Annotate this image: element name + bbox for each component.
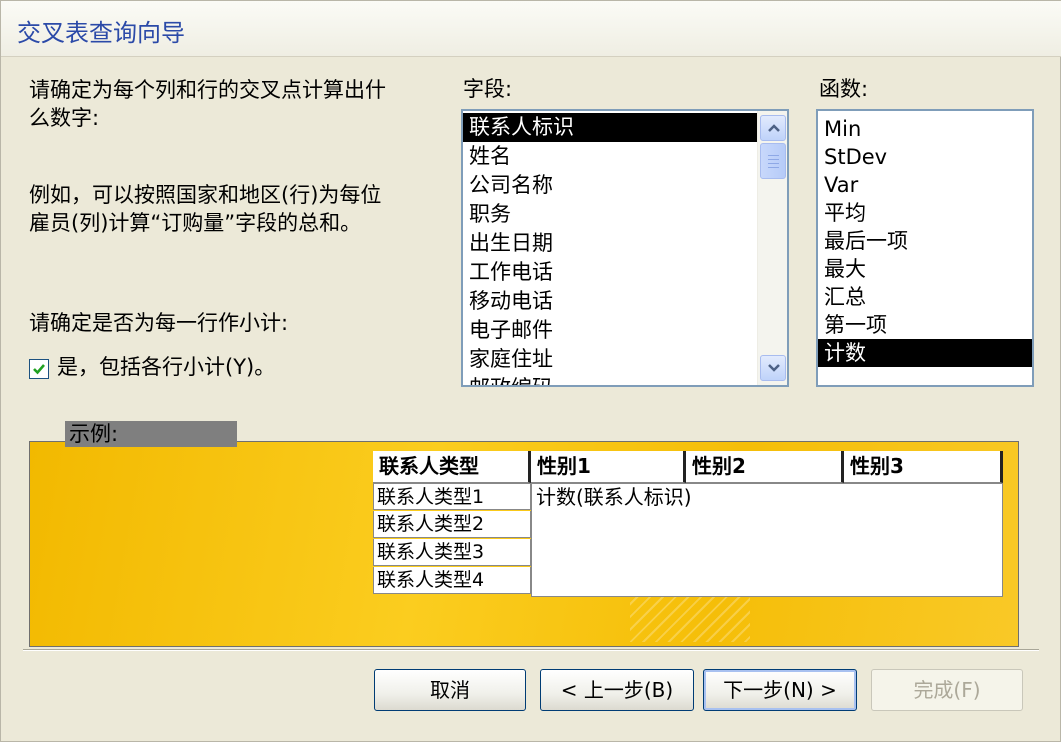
functions-list-item[interactable]: 最大 [818, 255, 1032, 283]
example-text: 例如，可以按照国家和地区(行)为每位 雇员(列)计算“订购量”字段的总和。 [29, 181, 449, 237]
fields-list-items: 联系人标识姓名公司名称职务出生日期工作电话移动电话电子邮件家庭住址邮政编码 [463, 113, 757, 385]
sample-column-header: 性别1 [531, 451, 686, 483]
subtotal-question: 请确定是否为每一行作小计: [29, 311, 289, 335]
subtotal-checkbox[interactable] [29, 359, 49, 379]
fields-list-item[interactable]: 邮政编码 [463, 374, 757, 385]
instruction-line-1: 请确定为每个列和行的交叉点计算出什 [29, 78, 386, 102]
subtotal-checkbox-label[interactable]: 是，包括各行小计(Y)。 [57, 353, 275, 381]
sample-column-header: 性别3 [844, 451, 1003, 483]
scroll-up-button[interactable] [760, 115, 786, 141]
functions-list-item[interactable]: 汇总 [818, 283, 1032, 311]
functions-label: 函数: [819, 77, 869, 101]
fields-list-item[interactable]: 家庭住址 [463, 345, 757, 374]
fields-scrollbar[interactable] [757, 111, 787, 385]
fields-list-item[interactable]: 姓名 [463, 142, 757, 171]
fields-label: 字段: [463, 77, 513, 101]
functions-list-item[interactable]: StDev [818, 143, 1032, 171]
example-line-2: 雇员(列)计算“订购量”字段的总和。 [29, 211, 362, 235]
functions-list-item[interactable]: Min [818, 115, 1032, 143]
wizard-window: 交叉表查询向导 请确定为每个列和行的交叉点计算出什 么数字: 例如，可以按照国家… [0, 0, 1061, 742]
thumb-grip [768, 159, 779, 160]
thumb-grip [768, 163, 779, 164]
scroll-down-button[interactable] [760, 355, 786, 381]
functions-list-item[interactable]: Var [818, 171, 1032, 199]
instruction-text: 请确定为每个列和行的交叉点计算出什 么数字: [29, 76, 439, 132]
fields-list-item[interactable]: 职务 [463, 200, 757, 229]
instruction-line-2: 么数字: [29, 106, 100, 130]
functions-list-item[interactable]: 计数 [818, 339, 1032, 367]
functions-list-item[interactable]: 第一项 [818, 311, 1032, 339]
functions-list-items: Min StDev Var 平均 最后一项 最大 汇总 第一项 计数 [818, 115, 1032, 367]
thumb-grip [768, 155, 779, 156]
finish-button[interactable]: 完成(F) [871, 669, 1023, 711]
fields-listbox[interactable]: 联系人标识姓名公司名称职务出生日期工作电话移动电话电子邮件家庭住址邮政编码 [461, 109, 789, 387]
functions-list-item[interactable]: 平均 [818, 199, 1032, 227]
button-divider [23, 649, 1039, 651]
chevron-up-icon [768, 124, 780, 132]
fields-list-item[interactable]: 电子邮件 [463, 316, 757, 345]
wizard-header: 交叉表查询向导 [1, 1, 1061, 57]
fields-list-item[interactable]: 出生日期 [463, 229, 757, 258]
fields-list-item[interactable]: 工作电话 [463, 258, 757, 287]
sample-data-cell: 计数(联系人标识) [531, 483, 1003, 597]
functions-listbox[interactable]: Min StDev Var 平均 最后一项 最大 汇总 第一项 计数 [816, 109, 1034, 387]
example-line-1: 例如，可以按照国家和地区(行)为每位 [29, 183, 382, 207]
cancel-button[interactable]: 取消 [374, 669, 526, 711]
back-button[interactable]: < 上一步(B) [540, 669, 694, 711]
scroll-thumb[interactable] [760, 143, 786, 179]
sample-row-header: 联系人类型 [373, 451, 531, 483]
sample-row-label: 联系人类型3 [373, 539, 531, 566]
sample-row-label: 联系人类型1 [373, 483, 531, 510]
fields-list-item[interactable]: 联系人标识 [463, 113, 757, 142]
checkmark-icon [33, 364, 45, 375]
next-button[interactable]: 下一步(N) > [703, 669, 857, 711]
thumb-grip [768, 167, 779, 168]
chevron-down-icon [768, 364, 780, 372]
fields-list-item[interactable]: 移动电话 [463, 287, 757, 316]
sample-column-header: 性别2 [686, 451, 844, 483]
wizard-title: 交叉表查询向导 [17, 19, 185, 47]
sample-row-label: 联系人类型2 [373, 511, 531, 538]
sample-row-label: 联系人类型4 [373, 567, 531, 594]
sample-label: 示例: [65, 421, 237, 447]
functions-list-item[interactable]: 最后一项 [818, 227, 1032, 255]
fields-list-item[interactable]: 公司名称 [463, 171, 757, 200]
